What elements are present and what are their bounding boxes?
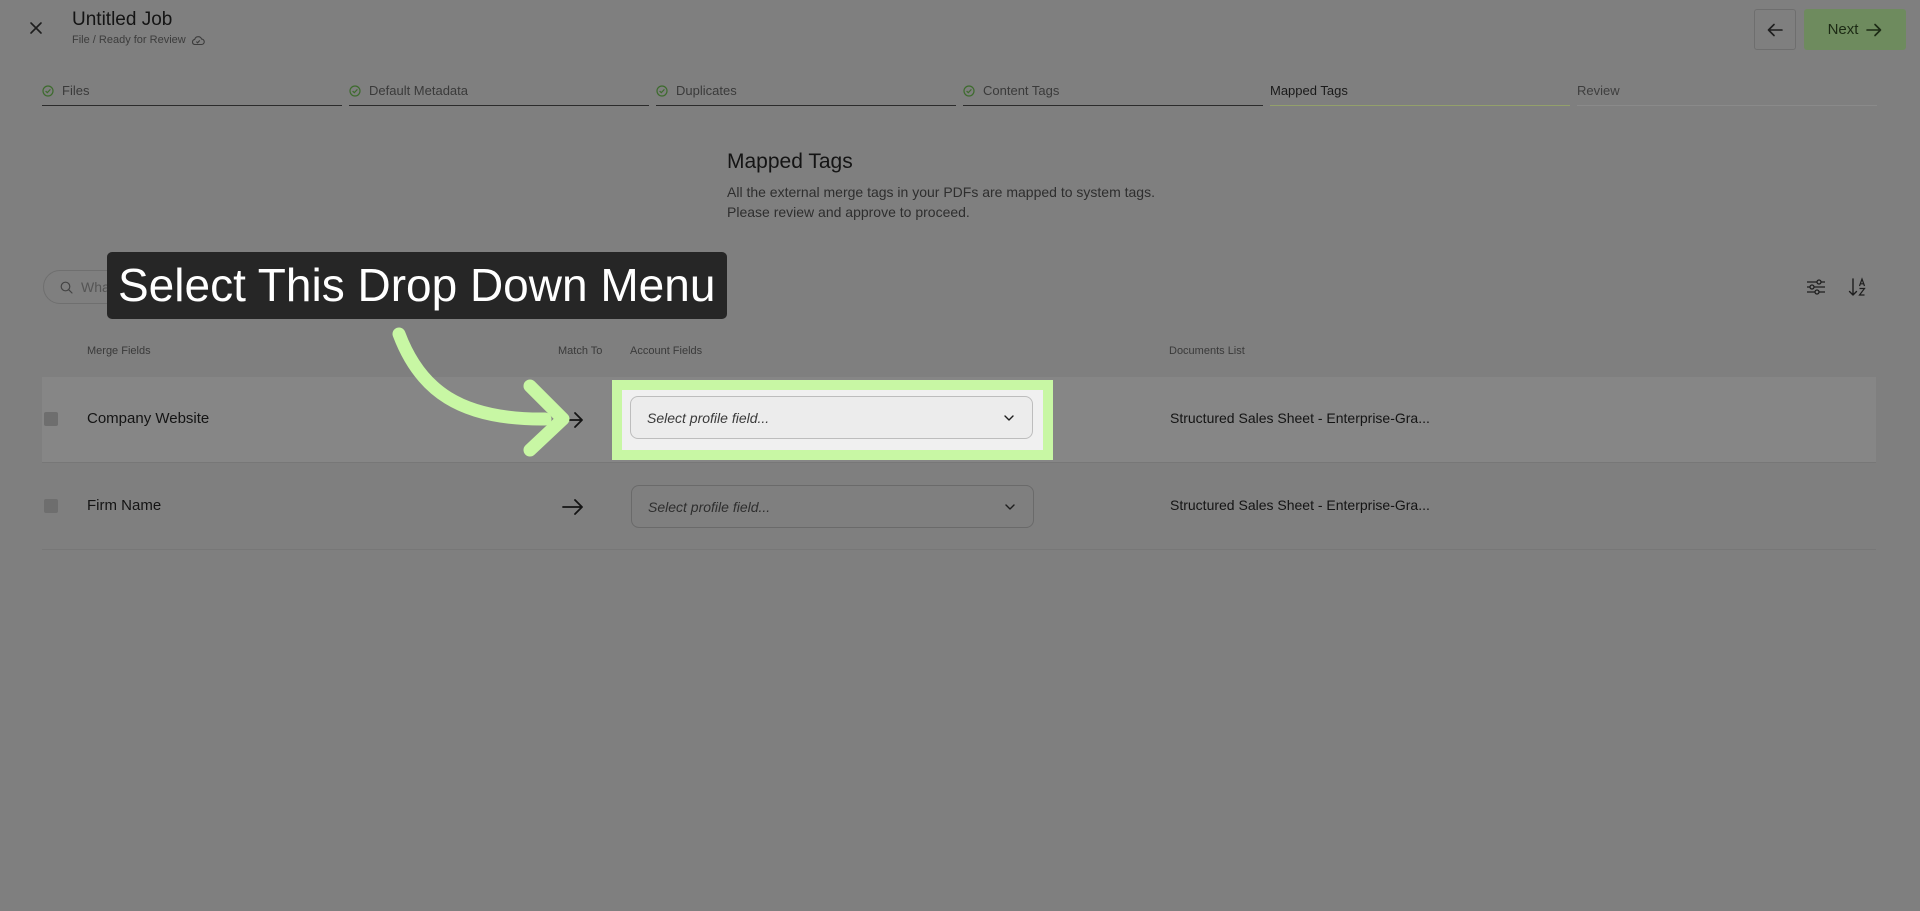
page-description: All the external merge tags in your PDFs… [727, 182, 1247, 222]
step-files[interactable]: Files [42, 82, 342, 106]
sort-button[interactable] [1845, 275, 1871, 299]
page-description-line: Please review and approve to proceed. [727, 204, 970, 220]
cloud-icon [191, 35, 205, 45]
row-checkbox[interactable] [44, 499, 58, 513]
top-bar: Untitled Job File / Ready for Review Nex… [0, 0, 1920, 60]
arrow-right-icon [560, 494, 586, 520]
close-button[interactable] [24, 16, 48, 40]
step-content-tags[interactable]: Content Tags [963, 82, 1263, 106]
check-circle-icon [656, 84, 668, 97]
search-icon [60, 281, 73, 294]
filter-sliders-icon [1807, 279, 1825, 295]
check-circle-icon [349, 84, 361, 97]
page-description-line: All the external merge tags in your PDFs… [727, 184, 1155, 200]
highlighted-dropdown-frame: Select profile field... [612, 380, 1053, 460]
select-placeholder: Select profile field... [647, 409, 770, 426]
step-default-metadata[interactable]: Default Metadata [349, 82, 649, 106]
step-label: Mapped Tags [1270, 83, 1348, 98]
step-label: Content Tags [983, 83, 1060, 98]
next-button[interactable]: Next [1804, 9, 1906, 50]
progress-stepper: Files Default Metadata Duplicates Conten… [42, 82, 1877, 106]
step-mapped-tags[interactable]: Mapped Tags [1270, 82, 1570, 106]
job-status-text: File / Ready for Review [72, 34, 186, 46]
check-circle-icon [963, 84, 975, 97]
merge-field-name: Firm Name [87, 497, 162, 514]
table-row: Firm Name Select profile field... Struct… [42, 464, 1876, 550]
back-button[interactable] [1754, 9, 1796, 50]
select-placeholder: Select profile field... [648, 498, 771, 515]
filter-button[interactable] [1803, 275, 1829, 299]
step-duplicates[interactable]: Duplicates [656, 82, 956, 106]
step-review[interactable]: Review [1577, 82, 1877, 106]
arrow-right-icon [1866, 23, 1882, 36]
chevron-down-icon [1005, 503, 1015, 510]
column-documents-list[interactable]: Documents List [1169, 345, 1245, 357]
step-label: Review [1577, 83, 1620, 98]
check-circle-icon [42, 84, 54, 97]
curved-arrow-icon [392, 327, 570, 457]
column-merge-fields[interactable]: Merge Fields [87, 345, 151, 357]
account-field-select[interactable]: Select profile field... [631, 485, 1034, 528]
table-header: Merge Fields Match To Account Fields Doc… [42, 345, 1876, 361]
step-label: Duplicates [676, 83, 737, 98]
tutorial-callout: Select This Drop Down Menu [107, 252, 728, 319]
document-name[interactable]: Structured Sales Sheet - Enterprise-Gra.… [1170, 497, 1430, 513]
page-title: Mapped Tags [727, 150, 853, 173]
column-account-fields[interactable]: Account Fields [630, 345, 702, 357]
document-name[interactable]: Structured Sales Sheet - Enterprise-Gra.… [1170, 410, 1430, 426]
chevron-down-icon [1004, 414, 1014, 421]
step-label: Files [62, 83, 90, 98]
arrow-left-icon [1767, 23, 1783, 36]
next-button-label: Next [1827, 21, 1859, 38]
account-field-select[interactable]: Select profile field... [630, 396, 1033, 439]
sort-az-icon [1848, 277, 1866, 296]
job-title: Untitled Job [72, 9, 173, 30]
row-checkbox[interactable] [44, 412, 58, 426]
close-icon [30, 22, 42, 34]
search-placeholder: Wha [81, 279, 110, 295]
step-label: Default Metadata [369, 83, 469, 98]
merge-field-name: Company Website [87, 410, 210, 427]
job-status: File / Ready for Review [72, 34, 205, 46]
